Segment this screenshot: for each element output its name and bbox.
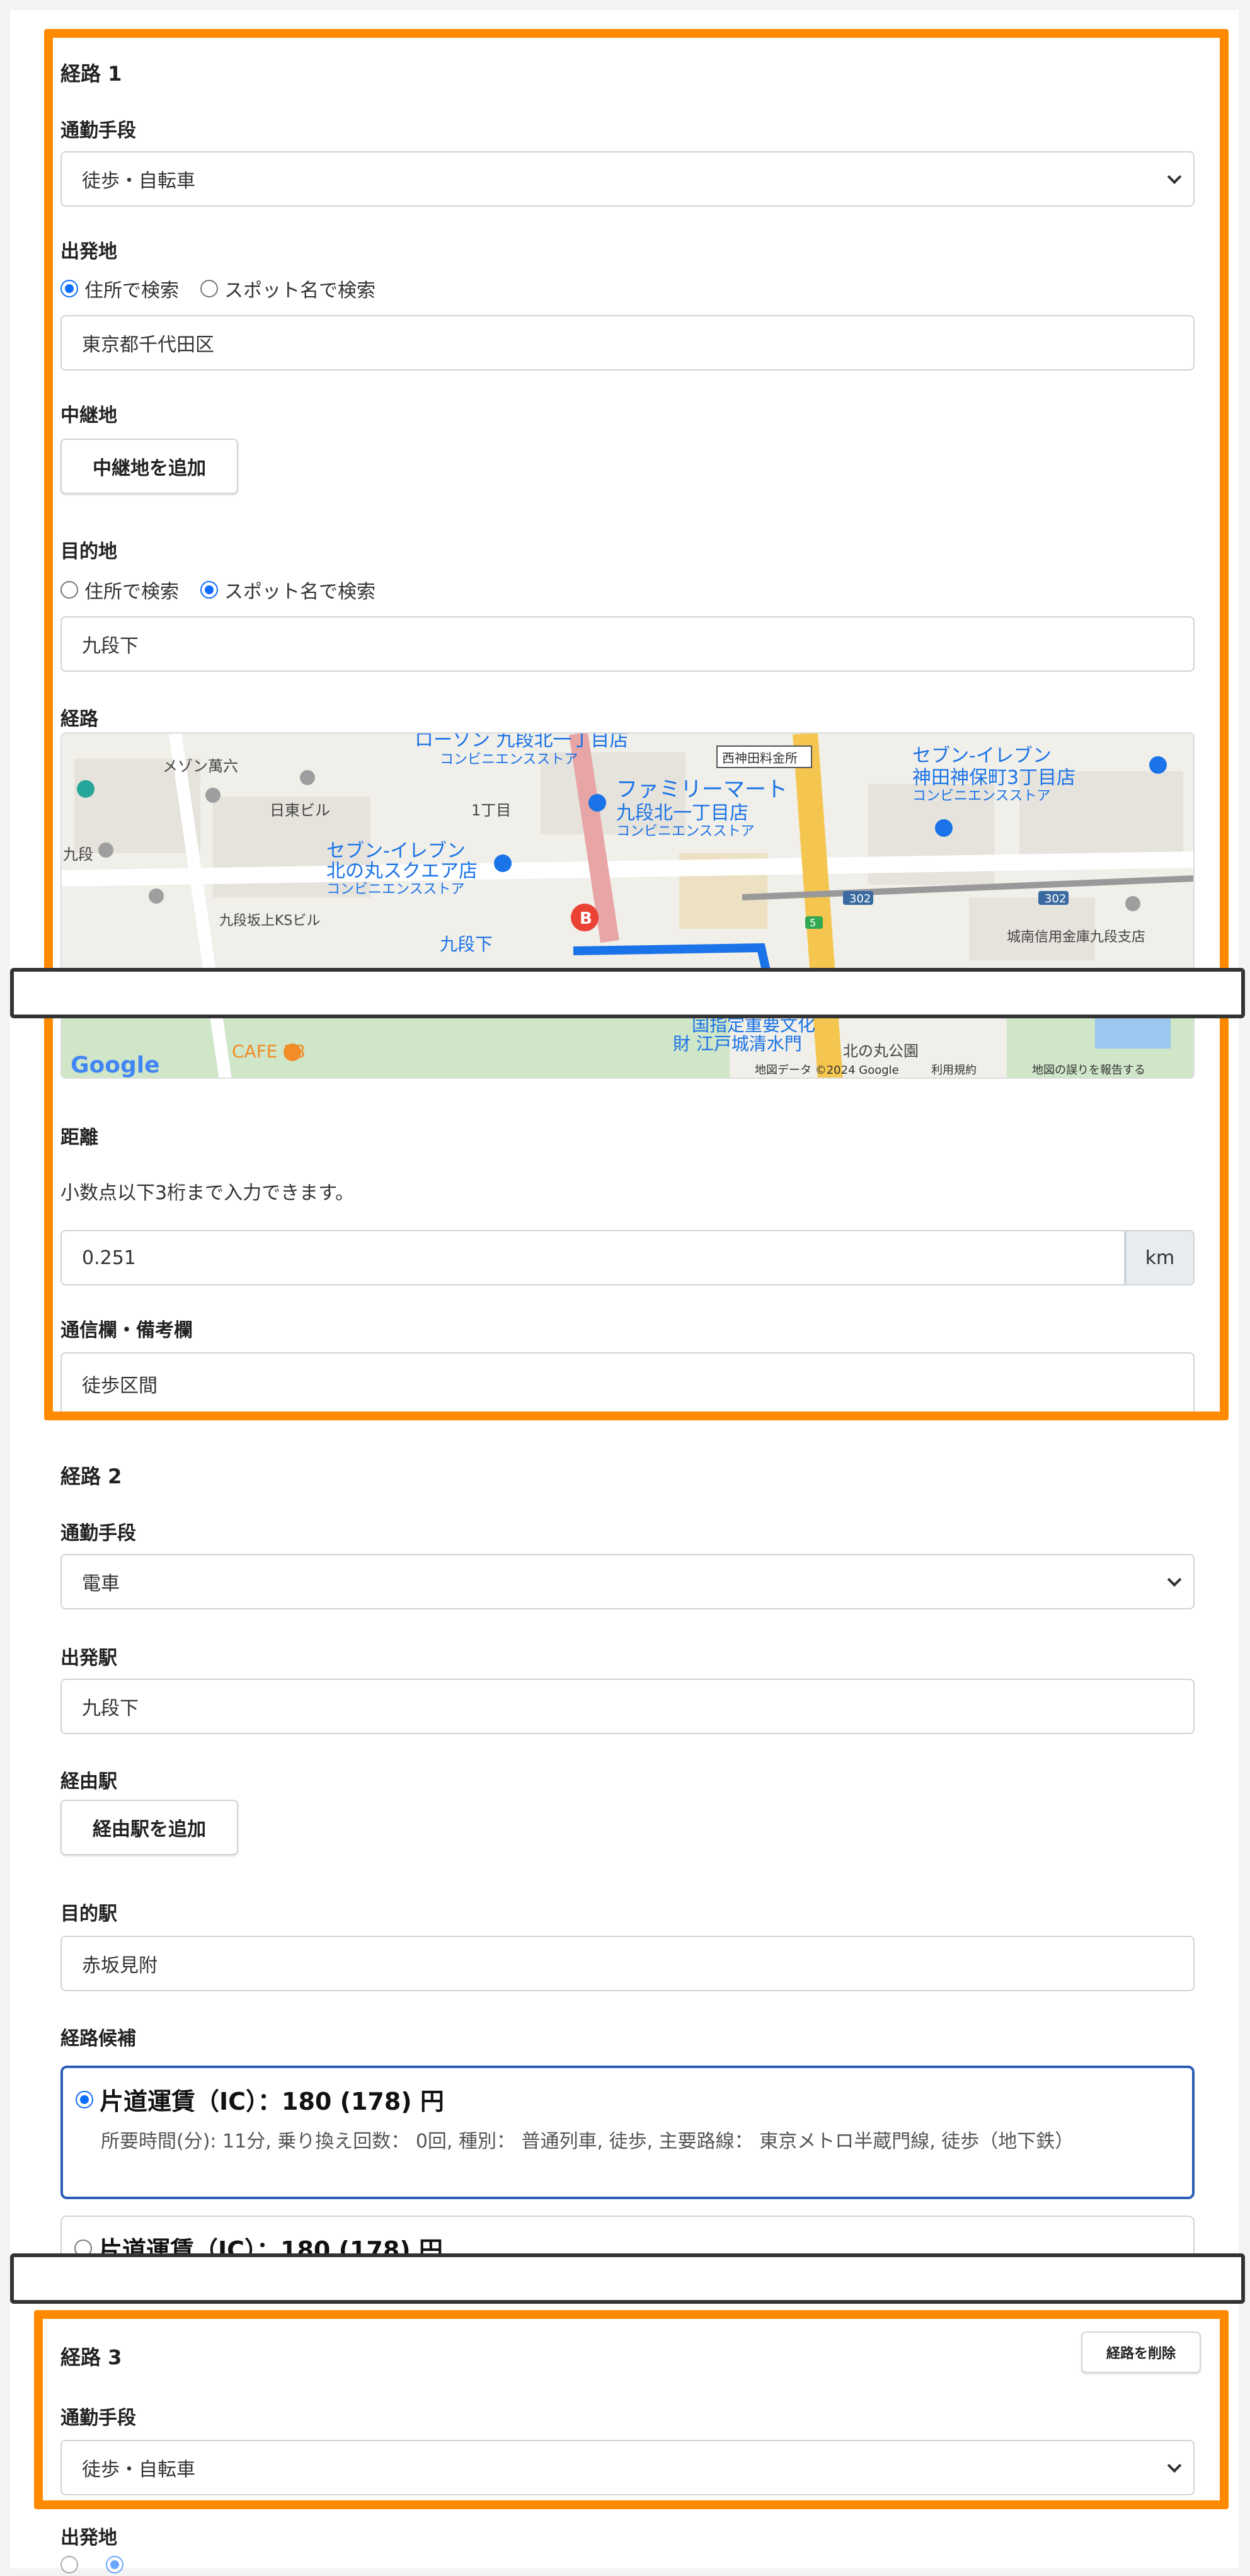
map-label-familymart-1: ファミリーマート: [616, 777, 788, 802]
radio-unchecked-icon: [200, 280, 218, 297]
route1-origin-radio-address[interactable]: 住所で検索: [60, 275, 179, 302]
route3-origin-label: 出発地: [60, 2527, 117, 2549]
route3-origin-radio-spot[interactable]: [106, 2556, 130, 2573]
route3-transport-label: 通勤手段: [60, 2407, 136, 2429]
map-label-kitanomaru: 北の丸公園: [843, 1042, 919, 1060]
map-label-cafe: CAFE 33: [232, 1041, 306, 1062]
route3-title: 経路 3: [60, 2345, 122, 2369]
chevron-down-icon: [1167, 2458, 1182, 2473]
radio-unchecked-icon: [60, 581, 78, 599]
map-label-conv-1: コンビニエンスストア: [440, 752, 578, 768]
map-canvas: ローソン 九段北一丁目店 コンビニエンスストア 西神田料金所 セブン-イレブン …: [62, 733, 1193, 1078]
route1-distance-input[interactable]: 0.251: [60, 1230, 1125, 1285]
map-label-route302a: 302: [849, 892, 871, 906]
map-label-jonan: 城南信用金庫九段支店: [1007, 929, 1145, 945]
route1-destination-input[interactable]: 九段下: [60, 616, 1195, 672]
route-candidate-1[interactable]: 片道運賃（IC）：180 (178) 円 所要時間(分): 11分, 乗り換え回…: [60, 2066, 1195, 2199]
route2-dep-station-input[interactable]: 九段下: [60, 1679, 1195, 1734]
chevron-down-icon: [1167, 1572, 1182, 1587]
route1-transport-select[interactable]: 徒歩・自転車: [60, 151, 1195, 207]
map-label-seven-jimbocho-1: セブン-イレブン: [912, 745, 1052, 767]
radio-label: 住所で検索: [84, 280, 179, 302]
route2-title: 経路 2: [60, 1464, 122, 1488]
route1-distance-hint: 小数点以下3桁まで入力できます。: [60, 1182, 355, 1204]
radio-label: スポット名で検索: [224, 581, 376, 603]
map-marker-b: B: [580, 909, 592, 928]
route3-transport-value: 徒歩・自転車: [82, 2459, 195, 2481]
route1-transport-value: 徒歩・自転車: [82, 170, 195, 192]
route1-route-label: 経路: [60, 708, 98, 730]
google-logo: Google: [71, 1052, 160, 1078]
route1-origin-label: 出発地: [60, 241, 117, 263]
map-label-seven-kitanomaru-1: セブン-イレブン: [326, 840, 466, 862]
radio-checked-icon: [60, 280, 78, 297]
screenshot-omission-band: [10, 2253, 1245, 2304]
page: 経路 1 通勤手段 徒歩・自転車 出発地 住所で検索 スポット名で検索 東京都千…: [10, 10, 1245, 2573]
route1-waypoint-label: 中継地: [60, 405, 117, 427]
route1-origin-input[interactable]: 東京都千代田区: [60, 315, 1195, 371]
map-copyright: 地図データ ©2024 Google: [755, 1064, 899, 1077]
route2-candidates-label: 経路候補: [60, 2028, 136, 2050]
route1-distance-label: 距離: [60, 1127, 98, 1149]
radio-checked-icon: [106, 2556, 123, 2573]
route2-transport-label: 通勤手段: [60, 1522, 136, 1544]
map-label-conv-2: コンビニエンスストア: [912, 788, 1051, 804]
map-label-itchome: 1丁目: [471, 802, 511, 819]
candidate-1-details: 所要時間(分): 11分, 乗り換え回数： 0回, 種別： 普通列車, 徒歩, …: [101, 2130, 1074, 2153]
route2-dep-station-label: 出発駅: [60, 1647, 117, 1669]
radio-checked-icon: [76, 2090, 93, 2108]
map-label-route5: 5: [810, 917, 816, 929]
screenshot-omission-band: [10, 968, 1245, 1018]
route1-origin-radio-spot[interactable]: スポット名で検索: [200, 275, 376, 302]
map-label-seven-kitanomaru-2: 北の丸スクエア店: [326, 860, 478, 882]
add-waypoint-button[interactable]: 中継地を追加: [60, 439, 238, 494]
add-via-station-button[interactable]: 経由駅を追加: [60, 1800, 238, 1855]
map-label-conv-3: コンビニエンスストア: [616, 824, 755, 839]
radio-label: スポット名で検索: [224, 280, 376, 302]
map-label-nishikanda: 西神田料金所: [722, 750, 798, 766]
route1-highlight-frame: [44, 29, 1229, 1420]
map-label-route302b: 302: [1045, 892, 1066, 906]
route1-destination-radio-address[interactable]: 住所で検索: [60, 576, 179, 604]
delete-route-button[interactable]: 経路を削除: [1081, 2332, 1201, 2373]
radio-checked-icon: [200, 581, 218, 599]
map-label-kudanzaka: 九段坂上KSビル: [219, 913, 320, 929]
route2-dest-station-input[interactable]: 赤坂見附: [60, 1936, 1195, 1991]
map-label-nitto: 日東ビル: [270, 802, 330, 819]
map-label-lawson: ローソン 九段北一丁目店: [415, 733, 629, 751]
map-label-edojo-2: 財 江戸城清水門: [673, 1033, 802, 1054]
route3-transport-select[interactable]: 徒歩・自転車: [60, 2440, 1195, 2495]
radio-unchecked-icon: [60, 2556, 78, 2573]
map-label-conv-4: コンビニエンスストア: [326, 882, 465, 897]
map-label-seven-jimbocho-2: 神田神保町3丁目店: [912, 767, 1075, 789]
candidate-1-fare: 片道運賃（IC）：180 (178) 円: [100, 2088, 444, 2115]
route2-transport-value: 電車: [82, 1573, 120, 1595]
map-label-maison: メゾン萬六: [163, 757, 238, 775]
candidate-1-header: 片道運賃（IC）：180 (178) 円: [76, 2082, 444, 2117]
route3-origin-radio-address[interactable]: [60, 2556, 84, 2573]
route1-destination-radio-spot[interactable]: スポット名で検索: [200, 576, 376, 604]
route1-notes-label: 通信欄・備考欄: [60, 1320, 193, 1342]
route-map[interactable]: ローソン 九段北一丁目店 コンビニエンスストア 西神田料金所 セブン-イレブン …: [60, 732, 1195, 1079]
distance-unit-addon: km: [1125, 1230, 1195, 1285]
route1-origin-search-type: 住所で検索 スポット名で検索: [60, 275, 397, 302]
route1-notes-textarea[interactable]: 徒歩区間: [60, 1352, 1195, 1415]
map-terms-link[interactable]: 利用規約: [931, 1064, 977, 1077]
route1-destination-search-type: 住所で検索 スポット名で検索: [60, 576, 397, 604]
route1-transport-label: 通勤手段: [60, 120, 136, 142]
radio-label: 住所で検索: [84, 581, 179, 603]
route2-via-label: 経由駅: [60, 1771, 117, 1793]
route2-dest-station-label: 目的駅: [60, 1903, 117, 1925]
route1-destination-label: 目的地: [60, 541, 117, 563]
map-label-kudanshita: 九段下: [440, 934, 493, 955]
chevron-down-icon: [1167, 170, 1182, 185]
route3-origin-search-type-partial: [60, 2556, 151, 2573]
route1-title: 経路 1: [60, 62, 122, 86]
map-label-familymart-2: 九段北一丁目店: [616, 802, 748, 824]
map-report-link[interactable]: 地図の誤りを報告する: [1032, 1064, 1145, 1077]
route2-transport-select[interactable]: 電車: [60, 1554, 1195, 1609]
map-label-kudan: 九段: [63, 846, 93, 863]
